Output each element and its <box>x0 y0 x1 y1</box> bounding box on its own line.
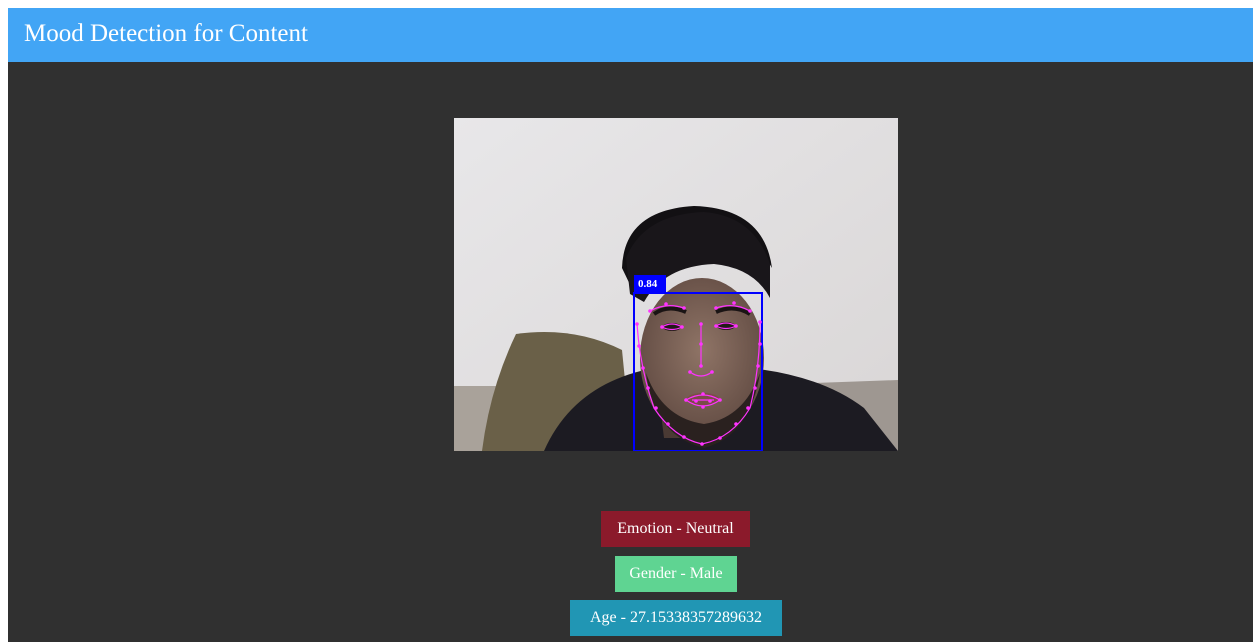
detection-score-label: 0.84 <box>634 275 666 293</box>
webcam-frame-image <box>454 118 898 451</box>
page-title: Mood Detection for Content <box>24 20 308 47</box>
page-background: Mood Detection for Content 0.84 Emotion … <box>8 8 1253 642</box>
emotion-badge: Emotion - Neutral <box>601 511 750 547</box>
webcam-video-feed: 0.84 <box>454 118 898 451</box>
gender-badge: Gender - Male <box>615 556 737 592</box>
age-badge: Age - 27.15338357289632 <box>570 600 782 636</box>
app-header: Mood Detection for Content <box>8 8 1253 62</box>
